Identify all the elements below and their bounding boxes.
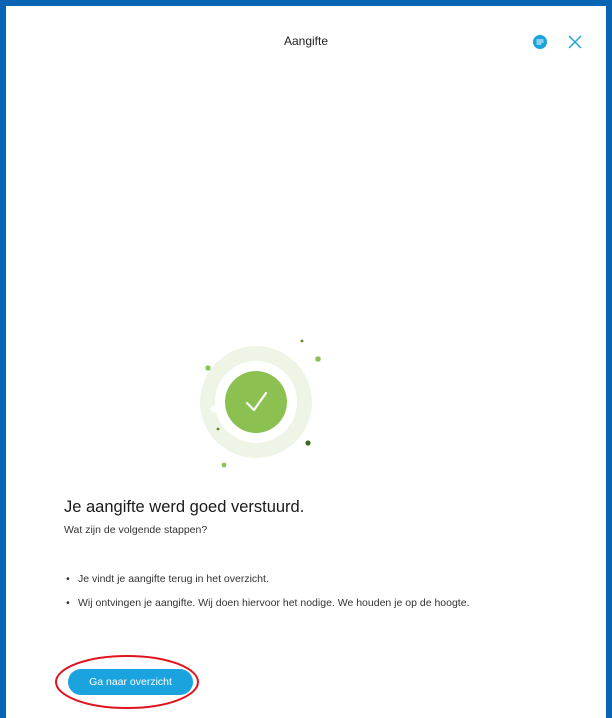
close-icon[interactable]: [566, 33, 584, 51]
success-illustration: [200, 339, 321, 468]
dialog-header: Aangifte: [6, 6, 606, 66]
decor-dot: [300, 339, 304, 343]
inner-circle: [225, 371, 287, 433]
dialog-window: Aangifte Je aangifte werd goed verstuurd…: [0, 0, 612, 718]
decor-dot: [315, 356, 321, 362]
next-steps-subtitle: Wat zijn de volgende stappen?: [64, 524, 208, 536]
chat-bubble-icon[interactable]: [532, 34, 548, 50]
success-title: Je aangifte werd goed verstuurd.: [64, 498, 305, 516]
go-to-overview-button[interactable]: Ga naar overzicht: [68, 669, 193, 695]
decor-dot: [221, 462, 227, 468]
next-steps-list: Je vindt je aangifte terug in het overzi…: [64, 568, 494, 616]
list-item: Wij ontvingen je aangifte. Wij doen hier…: [64, 592, 494, 614]
dialog-title: Aangifte: [283, 34, 329, 48]
decor-dot: [205, 365, 211, 371]
decor-dot: [216, 427, 220, 431]
list-item: Je vindt je aangifte terug in het overzi…: [64, 568, 494, 590]
decor-dot: [210, 405, 218, 413]
decor-dot: [305, 440, 311, 446]
